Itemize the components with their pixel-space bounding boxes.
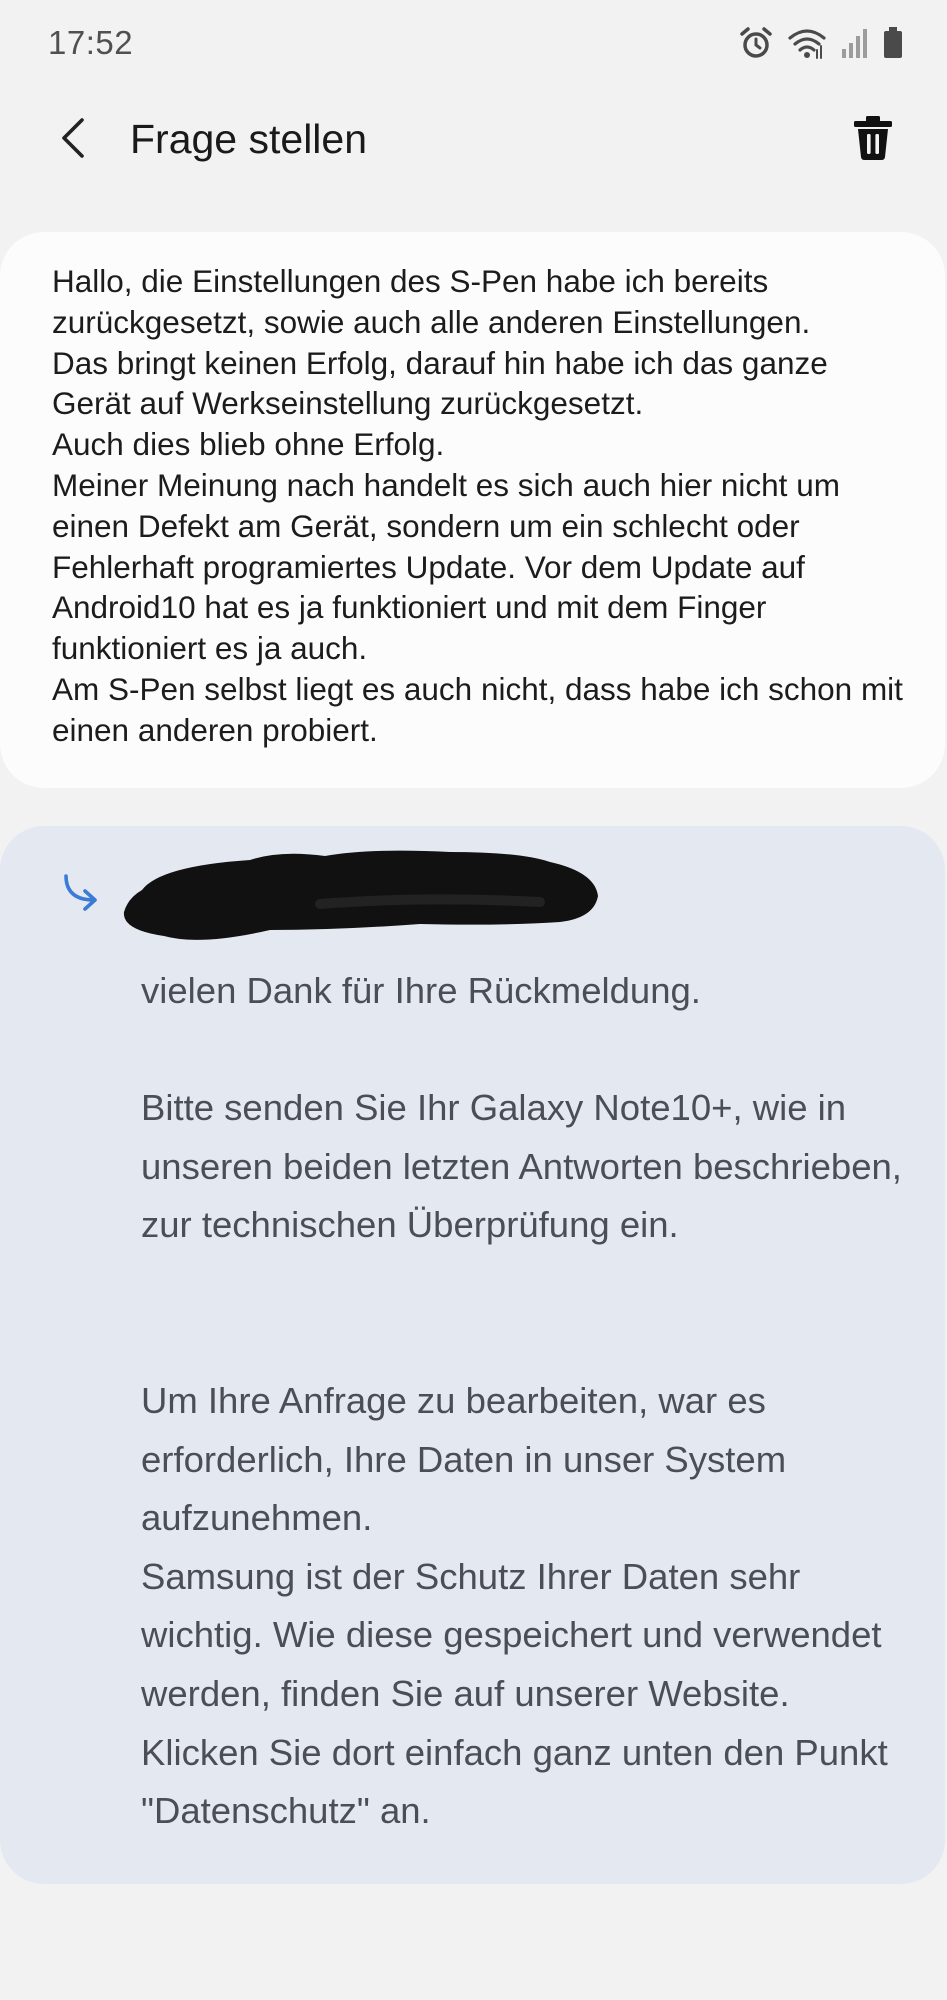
trash-icon	[852, 115, 894, 166]
status-time: 17:52	[48, 24, 134, 61]
reply-arrow-icon	[58, 870, 104, 916]
redacted-name-scribble	[120, 846, 605, 946]
answer-paragraph: Bitte senden Sie Ihr Galaxy Note10+, wie…	[141, 1087, 902, 1246]
question-text: Hallo, die Einstellungen des S-Pen habe …	[52, 263, 903, 748]
answer-paragraph: vielen Dank für Ihre Rückmeldung.	[141, 970, 701, 1011]
back-button[interactable]	[46, 113, 100, 167]
alarm-icon	[739, 26, 773, 60]
status-icons	[739, 26, 903, 60]
battery-icon	[883, 27, 903, 59]
status-bar: 17:52	[0, 0, 947, 90]
answer-body: vielen Dank für Ihre Rückmeldung. Bitte …	[141, 962, 911, 1841]
answer-paragraph: Samsung ist der Schutz Ihrer Daten sehr …	[141, 1555, 888, 1832]
answer-card: vielen Dank für Ihre Rückmeldung. Bitte …	[0, 826, 945, 1884]
signal-icon	[841, 27, 869, 59]
page-title: Frage stellen	[130, 116, 368, 162]
answer-paragraph: Um Ihre Anfrage zu bearbeiten, war es er…	[141, 1379, 787, 1539]
question-card: Hallo, die Einstellungen des S-Pen habe …	[0, 232, 945, 788]
app-bar: Frage stellen	[0, 100, 947, 182]
wifi-icon	[787, 26, 827, 60]
delete-button[interactable]	[845, 112, 901, 168]
back-arrow-icon	[58, 116, 88, 165]
